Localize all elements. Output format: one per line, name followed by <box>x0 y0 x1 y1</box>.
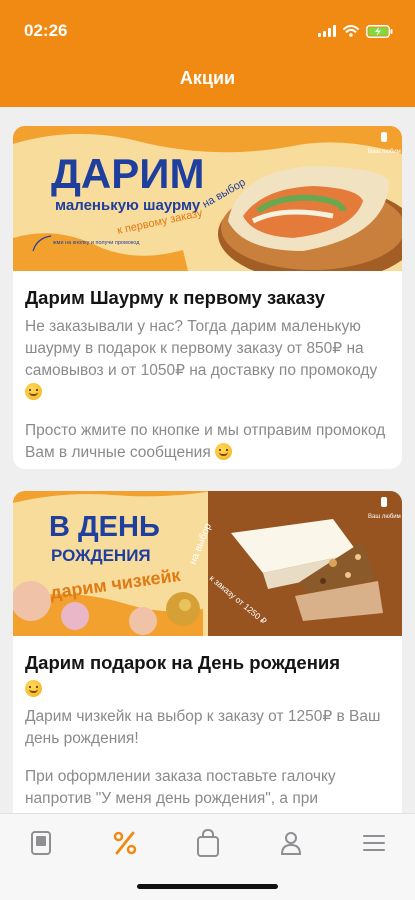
battery-charging-icon <box>366 24 393 38</box>
promo-description: Не заказывали у нас? Тогда дарим маленьк… <box>25 316 390 404</box>
tab-more[interactable] <box>356 828 392 858</box>
bag-icon <box>197 828 219 857</box>
signal-icon <box>318 25 336 37</box>
promo-title: Дарим подарок на День рождения <box>25 650 390 700</box>
promo-card[interactable]: Ваш любим ДАРИМ маленькую шаурму к перво… <box>13 126 402 469</box>
smiling-emoji-icon <box>25 383 42 400</box>
promo-banner-shawarma: Ваш любим ДАРИМ маленькую шаурму к перво… <box>13 126 402 271</box>
banner-headline: ДАРИМ <box>51 150 204 197</box>
promo-banner-birthday: Ваш любим В ДЕНЬ РОЖДЕНИЯ дарим чизкейк … <box>13 491 402 636</box>
banner-headline: В ДЕНЬ <box>49 511 160 543</box>
promo-description: Дарим чизкейк на выбор к заказу от 1250₽… <box>25 708 381 747</box>
promo-card[interactable]: Ваш любим В ДЕНЬ РОЖДЕНИЯ дарим чизкейк … <box>13 491 402 813</box>
banner-subheadline: РОЖДЕНИЯ <box>51 546 151 565</box>
status-icons <box>318 22 393 40</box>
banner-logo-text: Ваш любим <box>368 514 401 520</box>
tab-profile[interactable] <box>273 828 309 858</box>
profile-icon <box>280 832 302 855</box>
menu-card-icon <box>31 831 51 855</box>
promo-title: Дарим Шаурму к первому заказу <box>25 287 326 308</box>
relieved-emoji-icon <box>215 443 233 460</box>
status-bar: 02:26 <box>0 0 415 58</box>
hamburger-icon <box>363 835 385 851</box>
status-time: 02:26 <box>24 21 68 40</box>
tab-menu[interactable] <box>23 828 59 858</box>
promo-description-secondary: При оформлении заказа поставьте галочку … <box>25 768 346 813</box>
tab-cart[interactable] <box>190 828 226 858</box>
banner-hint: жми на кнопку и получи промокод <box>53 240 140 246</box>
promo-list[interactable]: Ваш любим ДАРИМ маленькую шаурму к перво… <box>0 107 415 813</box>
percent-icon <box>113 831 137 855</box>
promo-description-secondary: Просто жмите по кнопке и мы отправим про… <box>25 422 386 461</box>
relieved-emoji-icon <box>25 680 42 697</box>
tab-promotions[interactable] <box>107 828 143 858</box>
home-indicator[interactable] <box>137 884 278 889</box>
banner-logo-text: Ваш любим <box>368 149 401 155</box>
page-title: Акции <box>179 68 236 88</box>
wifi-icon <box>343 25 359 37</box>
app-header: 02:26 Акции <box>0 0 415 107</box>
